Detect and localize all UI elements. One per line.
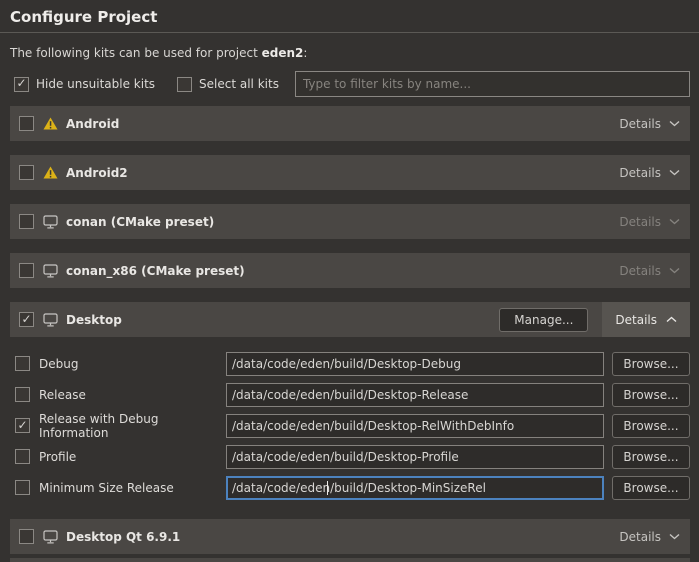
config-debug-path-input[interactable]	[226, 352, 604, 376]
hide-unsuitable-kits-option[interactable]: Hide unsuitable kits	[14, 77, 155, 92]
config-relwithdebinfo-checkbox[interactable]	[15, 418, 30, 433]
browse-button[interactable]: Browse...	[612, 476, 690, 500]
config-minsizerel-path-input[interactable]	[226, 476, 604, 500]
kit-desktop-checkbox[interactable]	[19, 312, 34, 327]
kit-conan-checkbox[interactable]	[19, 214, 34, 229]
kit-name: conan_x86 (CMake preset)	[66, 264, 245, 278]
intro-suffix: :	[303, 46, 307, 60]
config-label: Minimum Size Release	[39, 481, 226, 495]
desktop-icon	[43, 215, 58, 229]
browse-button[interactable]: Browse...	[612, 445, 690, 469]
kit-row-conan[interactable]: conan (CMake preset) Details	[10, 204, 690, 239]
chevron-down-icon	[669, 267, 680, 274]
select-all-kits-option[interactable]: Select all kits	[177, 77, 279, 92]
hide-unsuitable-kits-label: Hide unsuitable kits	[36, 77, 155, 91]
chevron-down-icon	[669, 120, 680, 127]
details-button-conan-x86[interactable]: Details	[619, 264, 680, 278]
details-button-android[interactable]: Details	[619, 117, 680, 131]
details-button-desktop-qt[interactable]: Details	[619, 530, 680, 544]
intro-prefix: The following kits can be used for proje…	[10, 46, 262, 60]
details-label: Details	[619, 166, 661, 180]
next-kit-row-partial[interactable]	[10, 558, 690, 562]
select-all-kits-checkbox[interactable]	[177, 77, 192, 92]
chevron-down-icon	[669, 218, 680, 225]
kit-row-desktop-qt[interactable]: Desktop Qt 6.9.1 Details	[10, 519, 690, 554]
config-debug-checkbox[interactable]	[15, 356, 30, 371]
config-profile-path-input[interactable]	[226, 445, 604, 469]
config-relwithdebinfo-path-input[interactable]	[226, 414, 604, 438]
desktop-icon	[43, 530, 58, 544]
details-label: Details	[619, 264, 661, 278]
kit-name: Desktop	[66, 313, 122, 327]
warning-icon	[43, 166, 58, 179]
kit-conan-x86-checkbox[interactable]	[19, 263, 34, 278]
kit-filter-input[interactable]	[295, 71, 690, 97]
kit-row-conan-x86[interactable]: conan_x86 (CMake preset) Details	[10, 253, 690, 288]
kit-android-checkbox[interactable]	[19, 116, 34, 131]
config-row-minsizerel: Minimum Size Release Browse...	[15, 475, 690, 500]
browse-button[interactable]: Browse...	[612, 352, 690, 376]
kit-name: Desktop Qt 6.9.1	[66, 530, 180, 544]
kit-name: Android2	[66, 166, 128, 180]
config-release-path-input[interactable]	[226, 383, 604, 407]
kit-desktop-qt-checkbox[interactable]	[19, 529, 34, 544]
config-minsizerel-checkbox[interactable]	[15, 480, 30, 495]
details-label: Details	[615, 313, 657, 327]
desktop-icon	[43, 313, 58, 327]
kit-row-android[interactable]: Android Details	[10, 106, 690, 141]
config-label: Profile	[39, 450, 226, 464]
details-label: Details	[619, 530, 661, 544]
window-header: Configure Project	[0, 0, 699, 33]
kit-filter-controls: Hide unsuitable kits Select all kits	[14, 71, 690, 97]
intro-text: The following kits can be used for proje…	[10, 46, 689, 60]
kit-row-android2[interactable]: Android2 Details	[10, 155, 690, 190]
select-all-kits-label: Select all kits	[199, 77, 279, 91]
kit-row-desktop[interactable]: Desktop Manage... Details	[10, 302, 690, 337]
config-label: Debug	[39, 357, 226, 371]
details-label: Details	[619, 117, 661, 131]
kit-name: conan (CMake preset)	[66, 215, 214, 229]
details-label: Details	[619, 215, 661, 229]
config-row-relwithdebinfo: Release with Debug Information Browse...	[15, 413, 690, 438]
details-button-desktop[interactable]: Details	[602, 302, 690, 337]
desktop-build-configs: Debug Browse... Release Browse... Releas…	[15, 351, 690, 500]
project-name: eden2	[262, 46, 304, 60]
details-button-android2[interactable]: Details	[619, 166, 680, 180]
kit-list: Android Details Android2 Details conan (…	[10, 106, 690, 554]
chevron-down-icon	[669, 169, 680, 176]
browse-button[interactable]: Browse...	[612, 383, 690, 407]
config-label: Release	[39, 388, 226, 402]
kit-name: Android	[66, 117, 119, 131]
chevron-down-icon	[669, 533, 680, 540]
config-row-debug: Debug Browse...	[15, 351, 690, 376]
config-release-checkbox[interactable]	[15, 387, 30, 402]
config-row-release: Release Browse...	[15, 382, 690, 407]
manage-button[interactable]: Manage...	[499, 308, 588, 332]
page-title: Configure Project	[10, 8, 699, 26]
warning-icon	[43, 117, 58, 130]
browse-button[interactable]: Browse...	[612, 414, 690, 438]
hide-unsuitable-kits-checkbox[interactable]	[14, 77, 29, 92]
desktop-icon	[43, 264, 58, 278]
chevron-up-icon	[666, 316, 677, 323]
details-button-conan[interactable]: Details	[619, 215, 680, 229]
text-caret	[327, 481, 328, 495]
kit-android2-checkbox[interactable]	[19, 165, 34, 180]
config-profile-checkbox[interactable]	[15, 449, 30, 464]
config-label: Release with Debug Information	[39, 412, 226, 440]
config-row-profile: Profile Browse...	[15, 444, 690, 469]
